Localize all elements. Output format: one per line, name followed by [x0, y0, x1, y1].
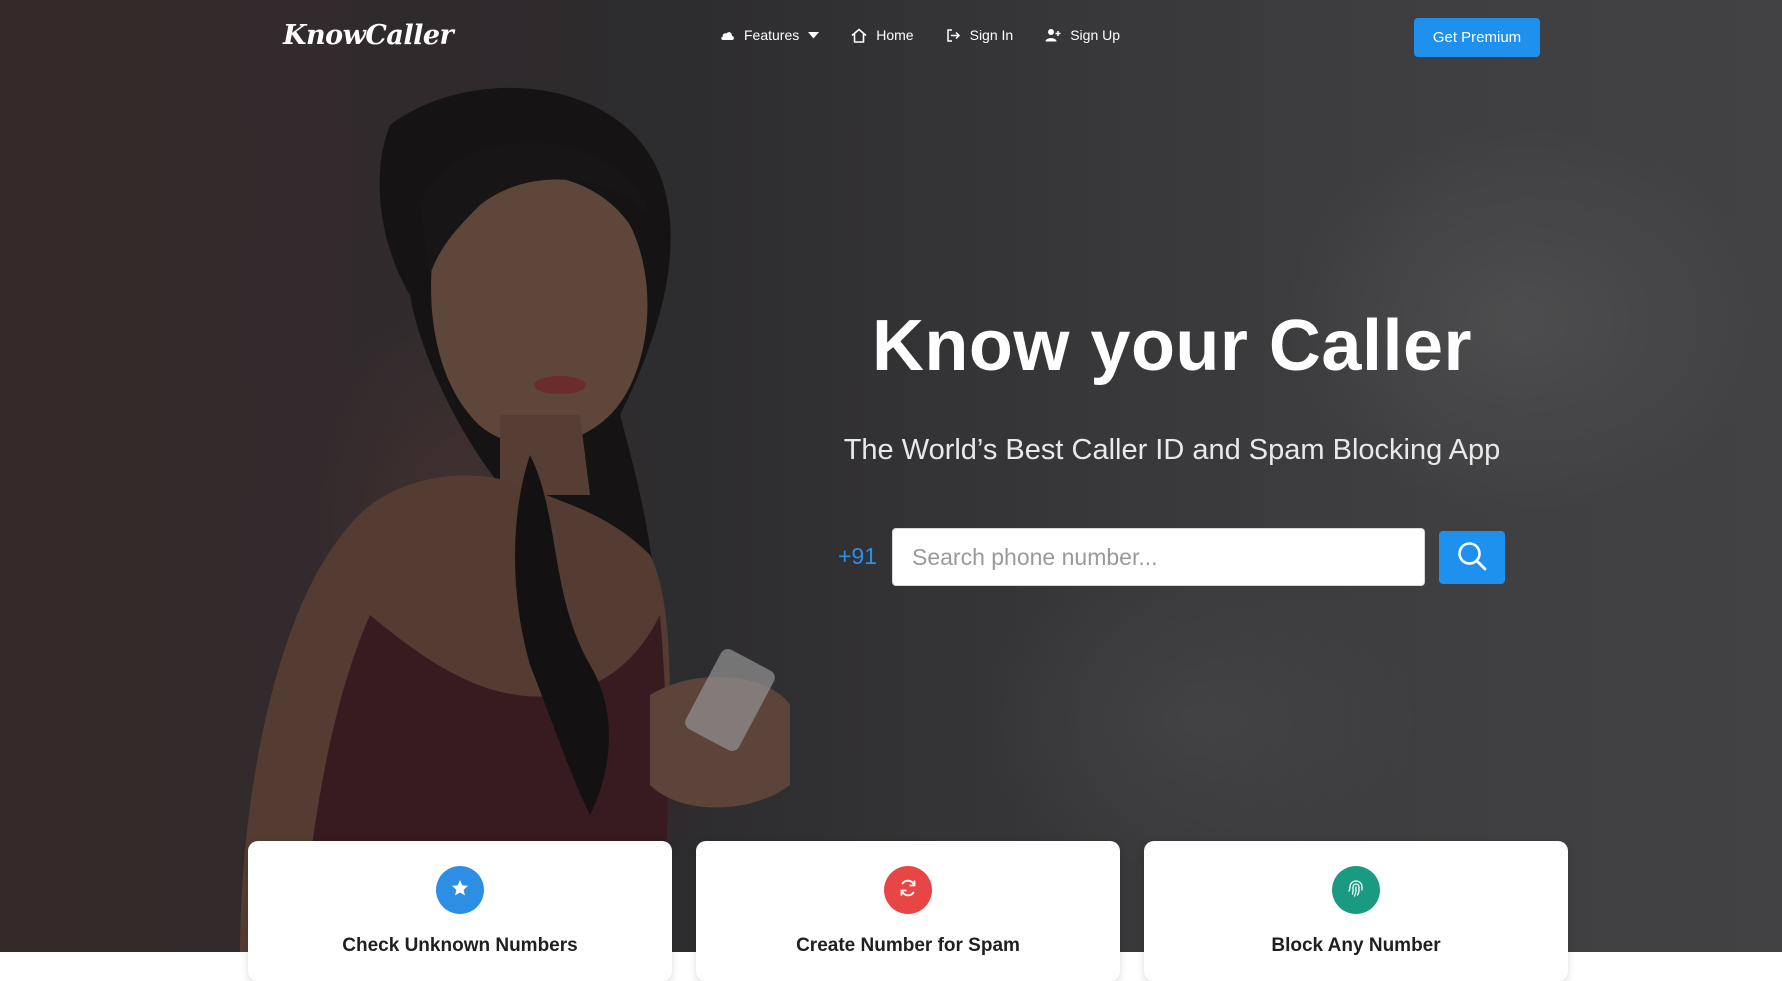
main-nav: Features Home Sign In Sign Up [720, 27, 1120, 43]
hero-title: Know your Caller [871, 306, 1473, 386]
feature-icon-circle [436, 866, 484, 914]
feature-card-check-unknown[interactable]: Check Unknown Numbers [248, 841, 672, 981]
brand-logo[interactable]: KnowCaller [283, 20, 454, 51]
refresh-icon [898, 878, 918, 903]
nav-sign-in-label: Sign In [969, 27, 1014, 43]
hero-subtitle: The World’s Best Caller ID and Spam Bloc… [843, 434, 1501, 466]
home-icon [851, 28, 867, 43]
feature-card-create-spam[interactable]: Create Number for Spam [696, 841, 1120, 981]
feature-icon-circle [884, 866, 932, 914]
sign-in-icon [946, 28, 961, 43]
feature-icon-circle [1332, 866, 1380, 914]
feature-title: Block Any Number [1271, 935, 1441, 956]
star-icon [451, 879, 469, 902]
nav-sign-in[interactable]: Sign In [946, 27, 1014, 43]
user-plus-icon [1045, 28, 1061, 42]
hero-overlay [0, 0, 1782, 952]
fingerprint-icon [1346, 878, 1366, 903]
nav-home[interactable]: Home [851, 27, 914, 43]
search-button[interactable] [1439, 531, 1505, 584]
feature-title: Create Number for Spam [796, 935, 1020, 956]
get-premium-button[interactable]: Get Premium [1414, 18, 1540, 57]
caret-down-icon [808, 31, 820, 39]
feature-card-block-number[interactable]: Block Any Number [1144, 841, 1568, 981]
feature-title: Check Unknown Numbers [342, 935, 578, 956]
hero-section [0, 0, 1782, 952]
phone-search-input[interactable] [892, 528, 1425, 586]
nav-features-label: Features [744, 27, 800, 43]
nav-features[interactable]: Features [720, 27, 820, 43]
country-code-prefix: +91 [838, 543, 878, 569]
nav-home-label: Home [876, 27, 914, 43]
cloud-upload-icon [720, 29, 735, 41]
nav-sign-up-label: Sign Up [1070, 27, 1121, 43]
search-icon [1456, 540, 1488, 575]
nav-sign-up[interactable]: Sign Up [1045, 27, 1120, 43]
